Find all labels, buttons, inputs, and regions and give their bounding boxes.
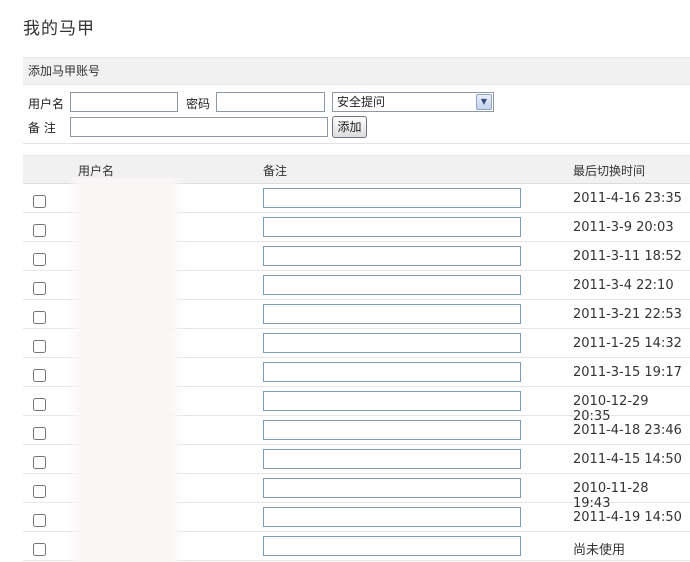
row-last-switch: 2011-3-15 19:17: [573, 365, 682, 380]
row-checkbox[interactable]: [33, 456, 46, 469]
row-checkbox[interactable]: [33, 398, 46, 411]
table-row: 2011-4-16 23:35: [23, 184, 690, 213]
row-last-switch: 2011-4-18 23:46: [573, 423, 682, 438]
row-note-input[interactable]: [263, 507, 521, 527]
table-row: 2011-1-25 14:32: [23, 329, 690, 358]
table-row: 2011-3-21 22:53: [23, 300, 690, 329]
row-checkbox[interactable]: [33, 340, 46, 353]
username-input[interactable]: [70, 92, 178, 112]
note-input[interactable]: [70, 117, 328, 137]
row-checkbox[interactable]: [33, 282, 46, 295]
table-header: 用户名 备注 最后切换时间: [23, 155, 690, 184]
security-question-value: 安全提问: [337, 95, 386, 109]
table-row: 2011-4-18 23:46: [23, 416, 690, 445]
row-username: [78, 219, 178, 235]
row-checkbox[interactable]: [33, 311, 46, 324]
row-checkbox[interactable]: [33, 427, 46, 440]
username-label: 用户名: [28, 97, 65, 111]
row-checkbox[interactable]: [33, 514, 46, 527]
row-note-input[interactable]: [263, 217, 521, 237]
row-note-input[interactable]: [263, 449, 521, 469]
row-last-switch: 2011-3-4 22:10: [573, 278, 674, 293]
row-last-switch: 2011-4-19 14:50: [573, 510, 682, 525]
row-note-input[interactable]: [263, 188, 521, 208]
row-note-input[interactable]: [263, 333, 521, 353]
row-username: [78, 451, 178, 467]
row-checkbox[interactable]: [33, 253, 46, 266]
row-note-input[interactable]: [263, 246, 521, 266]
row-checkbox[interactable]: [33, 224, 46, 237]
row-note-input[interactable]: [263, 304, 521, 324]
row-username: [78, 364, 178, 380]
add-account-header: 添加马甲账号: [23, 57, 690, 85]
table-row: 2011-3-9 20:03: [23, 213, 690, 242]
column-last-switch: 最后切换时间: [573, 164, 646, 178]
page-title: 我的马甲: [23, 19, 95, 39]
row-last-switch: 2011-3-21 22:53: [573, 307, 682, 322]
row-checkbox[interactable]: [33, 543, 46, 556]
row-last-switch: 尚未使用: [573, 543, 626, 558]
table-row: 2011-4-19 14:50: [23, 503, 690, 532]
row-username: [78, 335, 178, 351]
row-username: [78, 306, 178, 322]
add-button[interactable]: 添加: [332, 116, 367, 138]
row-last-switch: 2011-3-9 20:03: [573, 220, 674, 235]
table-row: 2011-4-15 14:50: [23, 445, 690, 474]
row-checkbox[interactable]: [33, 195, 46, 208]
table-row: 2011-3-15 19:17: [23, 358, 690, 387]
table-row: 2011-3-4 22:10: [23, 271, 690, 300]
row-username: [78, 393, 178, 409]
account-list: 2011-4-16 23:35 2011-3-9 20:03 2011-3-11…: [23, 184, 690, 561]
table-row: 2011-3-11 18:52: [23, 242, 690, 271]
row-note-input[interactable]: [263, 362, 521, 382]
table-row: 尚未使用: [23, 532, 690, 561]
row-last-switch: 2011-4-15 14:50: [573, 452, 682, 467]
password-input[interactable]: [216, 92, 325, 112]
table-row: 2010-12-29 20:35: [23, 387, 690, 424]
note-label: 备 注: [28, 121, 56, 135]
row-note-input[interactable]: [263, 391, 521, 411]
row-checkbox[interactable]: [33, 485, 46, 498]
row-note-input[interactable]: [263, 478, 521, 498]
row-username: [78, 538, 178, 554]
row-checkbox[interactable]: [33, 369, 46, 382]
row-last-switch: 2011-4-16 23:35: [573, 191, 682, 206]
row-username: [78, 190, 178, 206]
column-note: 备注: [263, 164, 288, 178]
password-label: 密码: [186, 97, 211, 111]
row-username: [78, 422, 178, 438]
column-username: 用户名: [78, 164, 115, 178]
security-question-select[interactable]: 安全提问 ▼: [332, 92, 494, 112]
row-username: [78, 480, 178, 496]
row-note-input[interactable]: [263, 536, 521, 556]
row-username: [78, 277, 178, 293]
row-last-switch: 2011-3-11 18:52: [573, 249, 682, 264]
table-row: 2010-11-28 19:43: [23, 474, 690, 511]
chevron-down-icon[interactable]: ▼: [476, 94, 492, 110]
row-last-switch: 2011-1-25 14:32: [573, 336, 682, 351]
row-username: [78, 248, 178, 264]
divider: [23, 143, 690, 144]
row-username: [78, 509, 178, 525]
row-note-input[interactable]: [263, 275, 521, 295]
row-note-input[interactable]: [263, 420, 521, 440]
